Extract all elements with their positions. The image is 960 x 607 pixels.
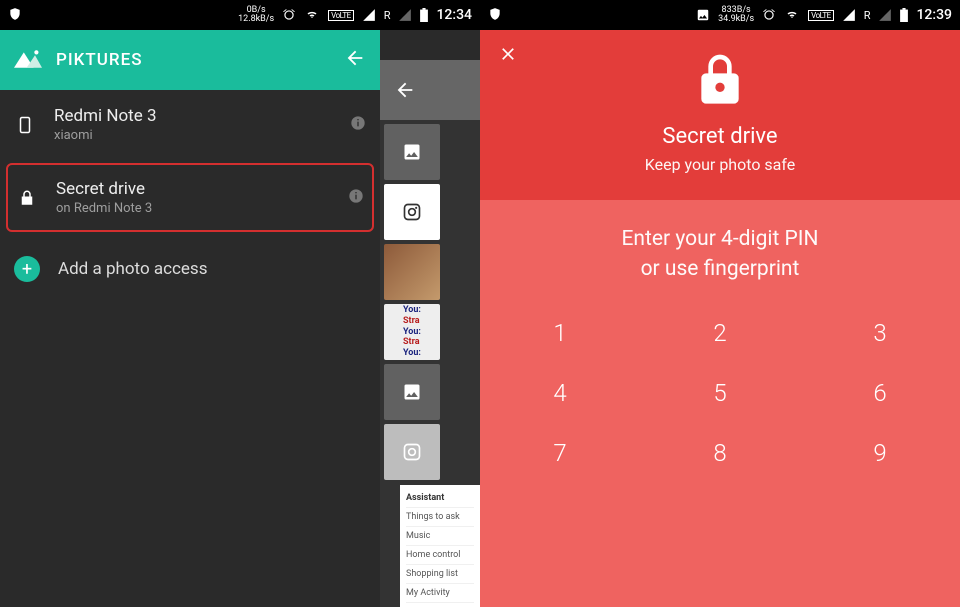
- key-2[interactable]: 2: [640, 319, 800, 347]
- key-9[interactable]: 9: [800, 439, 960, 467]
- status-bar: 0B/s 12.8kB/s VoLTE R 12:34: [0, 0, 480, 30]
- add-label: Add a photo access: [58, 259, 207, 279]
- wifi-icon: [304, 9, 320, 21]
- pin-keypad: 1 2 3 4 5 6 7 8 9: [480, 319, 960, 467]
- key-4[interactable]: 4: [480, 379, 640, 407]
- thumbnail[interactable]: [384, 364, 440, 420]
- roaming-indicator: R: [864, 9, 871, 22]
- lock-body: Enter your 4-digit PIN or use fingerprin…: [480, 200, 960, 607]
- key-7[interactable]: 7: [480, 439, 640, 467]
- pin-prompt: Enter your 4-digit PIN or use fingerprin…: [622, 224, 819, 285]
- plus-icon: +: [14, 256, 40, 282]
- peek-back-bar[interactable]: [380, 60, 480, 120]
- thumbnail[interactable]: [384, 184, 440, 240]
- navigation-drawer: PIKTURES Redmi Note 3 xiaomi Secret driv…: [0, 30, 380, 607]
- screenshot-left: 0B/s 12.8kB/s VoLTE R 12:34 PIKTURES: [0, 0, 480, 607]
- signal-icon-2: [878, 8, 892, 22]
- key-6[interactable]: 6: [800, 379, 960, 407]
- device-subtitle: xiaomi: [54, 128, 157, 143]
- key-5[interactable]: 5: [640, 379, 800, 407]
- lock-icon: [16, 189, 38, 207]
- app-title: PIKTURES: [56, 50, 142, 70]
- lock-header: Secret drive Keep your photo safe: [480, 30, 960, 200]
- phone-icon: [14, 116, 36, 134]
- add-photo-access-button[interactable]: + Add a photo access: [0, 236, 380, 302]
- network-speed: 833B/s 34.9kB/s: [718, 6, 754, 24]
- app-bar: PIKTURES: [0, 30, 380, 90]
- info-icon[interactable]: [348, 188, 364, 208]
- battery-icon: [420, 8, 428, 22]
- volte-badge: VoLTE: [808, 10, 834, 21]
- device-item-phone[interactable]: Redmi Note 3 xiaomi: [0, 90, 380, 159]
- lock-title: Secret drive: [662, 124, 777, 149]
- shield-icon: [8, 7, 22, 24]
- roaming-indicator: R: [384, 9, 391, 22]
- close-icon[interactable]: [498, 44, 518, 68]
- clock: 12:39: [916, 7, 952, 23]
- signal-icon: [842, 8, 856, 22]
- secret-drive-subtitle: on Redmi Note 3: [56, 201, 152, 216]
- secret-drive-title: Secret drive: [56, 179, 152, 199]
- alarm-icon: [282, 8, 296, 22]
- device-title: Redmi Note 3: [54, 106, 157, 126]
- lock-icon: [692, 50, 748, 110]
- key-8[interactable]: 8: [640, 439, 800, 467]
- background-peek: You:StraYou:StraYou: Assistant Things to…: [380, 60, 480, 607]
- signal-icon-2: [398, 8, 412, 22]
- back-icon[interactable]: [344, 47, 366, 73]
- signal-icon: [362, 8, 376, 22]
- screenshot-right: 833B/s 34.9kB/s VoLTE R 12:39 Secret dri…: [480, 0, 960, 607]
- shield-icon: [488, 7, 502, 24]
- wifi-icon: [784, 9, 800, 21]
- assistant-menu[interactable]: Assistant Things to ask Music Home contr…: [400, 485, 480, 607]
- status-bar: 833B/s 34.9kB/s VoLTE R 12:39: [480, 0, 960, 30]
- thumbnail[interactable]: [384, 124, 440, 180]
- device-item-secret-drive[interactable]: Secret drive on Redmi Note 3: [6, 163, 374, 232]
- key-1[interactable]: 1: [480, 319, 640, 347]
- network-speed: 0B/s 12.8kB/s: [238, 6, 274, 24]
- thumbnail[interactable]: [384, 244, 440, 300]
- clock: 12:34: [436, 7, 472, 23]
- alarm-icon: [762, 8, 776, 22]
- thumbnail[interactable]: [384, 424, 440, 480]
- volte-badge: VoLTE: [328, 10, 354, 21]
- thumbnail[interactable]: You:StraYou:StraYou:: [384, 304, 440, 360]
- image-icon: [696, 8, 710, 22]
- lock-subtitle: Keep your photo safe: [645, 155, 795, 174]
- key-3[interactable]: 3: [800, 319, 960, 347]
- info-icon[interactable]: [350, 115, 366, 135]
- battery-icon: [900, 8, 908, 22]
- app-logo-icon: [14, 48, 42, 72]
